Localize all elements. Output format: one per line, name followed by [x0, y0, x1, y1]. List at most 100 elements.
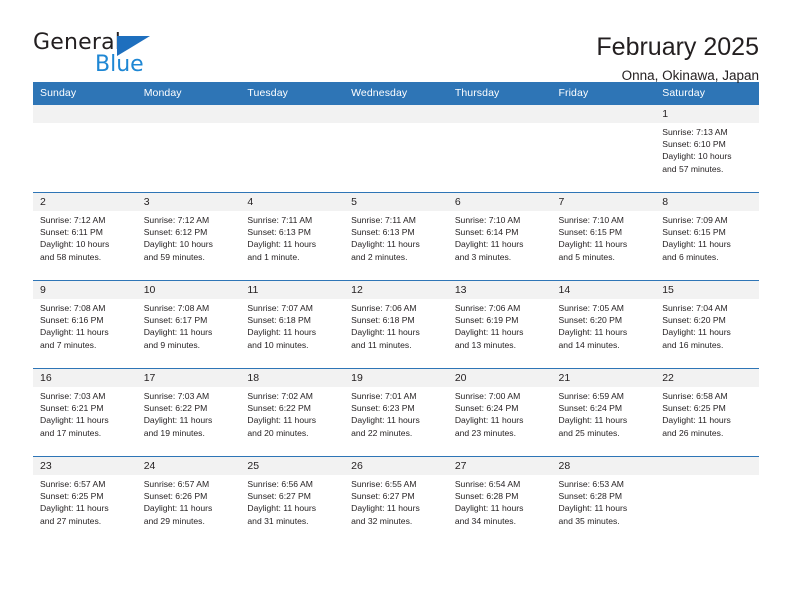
- day-number: 26: [344, 457, 448, 475]
- calendar-day-cell[interactable]: 26 Sunrise: 6:55 AM Sunset: 6:27 PM Dayligh…: [344, 456, 448, 544]
- daylight-line-2: and 6 minutes.: [662, 251, 719, 262]
- day-number: 20: [447, 369, 552, 387]
- calendar-day-cell[interactable]: 28 Sunrise: 6:53 AM Sunset: 6:28 PM Dayligh…: [551, 456, 656, 544]
- calendar-day-cell[interactable]: 1 Sunrise: 7:13 AM Sunset: 6:10 PM Daylight…: [655, 104, 759, 193]
- day-cell-content: 27 Sunrise: 6:54 AM Sunset: 6:28 PM Dayligh…: [447, 457, 552, 544]
- day-number: 25: [240, 457, 345, 475]
- daylight-line-2: and 25 minutes.: [558, 427, 620, 438]
- day-sun-info: Sunrise: 7:10 AM Sunset: 6:15 PM Daylight:…: [552, 211, 656, 263]
- calendar-day-cell[interactable]: 3 Sunrise: 7:12 AM Sunset: 6:12 PM Daylight…: [136, 192, 241, 281]
- sunrise-time: Sunrise: 7:03 AM: [40, 391, 106, 401]
- daylight-line-2: and 59 minutes.: [143, 251, 205, 262]
- daylight-line-1: Daylight: 11 hours: [662, 239, 731, 250]
- calendar-day-cell[interactable]: 20 Sunrise: 7:00 AM Sunset: 6:24 PM Dayligh…: [447, 368, 552, 457]
- calendar-day-cell[interactable]: 9 Sunrise: 7:08 AM Sunset: 6:16 PM Daylight…: [33, 280, 137, 369]
- day-sun-info: Sunrise: 7:11 AM Sunset: 6:13 PM Daylight:…: [344, 211, 448, 263]
- day-number: 27: [447, 457, 552, 475]
- calendar-day-cell[interactable]: 25 Sunrise: 6:56 AM Sunset: 6:27 PM Dayligh…: [240, 456, 345, 544]
- sunset-time: Sunset: 6:12 PM: [143, 227, 208, 238]
- daylight-line-2: and 19 minutes.: [143, 427, 205, 438]
- calendar-day-cell[interactable]: 11 Sunrise: 7:07 AM Sunset: 6:18 PM Dayligh…: [240, 280, 345, 369]
- daylight-line-1: Daylight: 11 hours: [351, 503, 420, 514]
- day-number: 28: [551, 457, 656, 475]
- calendar-day-cell[interactable]: 13 Sunrise: 7:06 AM Sunset: 6:19 PM Dayligh…: [447, 280, 552, 369]
- day-number: 5: [344, 193, 448, 211]
- day-number: 2: [33, 193, 137, 211]
- day-number: [447, 105, 552, 123]
- day-cell-content: 18 Sunrise: 7:02 AM Sunset: 6:22 PM Dayligh…: [240, 369, 345, 456]
- day-number: 9: [33, 281, 137, 299]
- day-number: [344, 105, 448, 123]
- weekday-header-wednesday: Wednesday: [344, 82, 448, 105]
- day-cell-content: 16 Sunrise: 7:03 AM Sunset: 6:21 PM Dayligh…: [33, 369, 137, 456]
- day-number: 6: [447, 193, 552, 211]
- calendar-day-cell[interactable]: 7 Sunrise: 7:10 AM Sunset: 6:15 PM Daylight…: [551, 192, 656, 281]
- daylight-line-1: Daylight: 11 hours: [143, 503, 213, 514]
- calendar-day-cell[interactable]: 8 Sunrise: 7:09 AM Sunset: 6:15 PM Daylight…: [655, 192, 759, 281]
- calendar-day-cell[interactable]: 5 Sunrise: 7:11 AM Sunset: 6:13 PM Daylight…: [344, 192, 448, 281]
- calendar-day-cell[interactable]: 21 Sunrise: 6:59 AM Sunset: 6:24 PM Dayligh…: [551, 368, 656, 457]
- calendar-day-cell[interactable]: 19 Sunrise: 7:01 AM Sunset: 6:23 PM Dayligh…: [344, 368, 448, 457]
- calendar-day-cell[interactable]: 4 Sunrise: 7:11 AM Sunset: 6:13 PM Daylight…: [240, 192, 345, 281]
- day-cell-content: [33, 105, 137, 192]
- daylight-line-2: and 17 minutes.: [40, 427, 102, 438]
- calendar-day-cell[interactable]: 22 Sunrise: 6:58 AM Sunset: 6:25 PM Dayligh…: [655, 368, 759, 457]
- daylight-line-2: and 13 minutes.: [454, 339, 516, 350]
- daylight-line-1: Daylight: 11 hours: [454, 415, 524, 426]
- sunset-time: Sunset: 6:10 PM: [662, 139, 726, 150]
- sunrise-time: Sunrise: 7:08 AM: [40, 303, 106, 313]
- day-number: 7: [551, 193, 656, 211]
- day-cell-content: 11 Sunrise: 7:07 AM Sunset: 6:18 PM Dayligh…: [240, 281, 345, 368]
- day-sun-info: Sunrise: 6:56 AM Sunset: 6:27 PM Daylight:…: [240, 475, 344, 527]
- day-sun-info: Sunrise: 7:07 AM Sunset: 6:18 PM Daylight:…: [240, 299, 344, 351]
- daylight-line-1: Daylight: 11 hours: [351, 239, 420, 250]
- sunrise-time: Sunrise: 6:53 AM: [558, 479, 624, 489]
- sunrise-time: Sunrise: 7:05 AM: [558, 303, 624, 313]
- day-cell-content: 21 Sunrise: 6:59 AM Sunset: 6:24 PM Dayligh…: [551, 369, 656, 456]
- sunrise-time: Sunrise: 6:59 AM: [558, 391, 624, 401]
- general-blue-logo: General Blue: [33, 30, 158, 78]
- sunrise-time: Sunrise: 6:57 AM: [40, 479, 106, 489]
- daylight-line-2: and 20 minutes.: [247, 427, 309, 438]
- sunrise-time: Sunrise: 6:55 AM: [351, 479, 417, 489]
- daylight-line-1: Daylight: 11 hours: [247, 239, 317, 250]
- day-sun-info: Sunrise: 6:58 AM Sunset: 6:25 PM Daylight:…: [655, 387, 759, 439]
- day-sun-info: Sunrise: 6:54 AM Sunset: 6:28 PM Daylight:…: [448, 475, 552, 527]
- calendar-day-cell[interactable]: 12 Sunrise: 7:06 AM Sunset: 6:18 PM Dayligh…: [344, 280, 448, 369]
- day-cell-content: 14 Sunrise: 7:05 AM Sunset: 6:20 PM Dayligh…: [551, 281, 656, 368]
- calendar-day-cell[interactable]: 24 Sunrise: 6:57 AM Sunset: 6:26 PM Dayligh…: [136, 456, 241, 544]
- day-sun-info: Sunrise: 7:11 AM Sunset: 6:13 PM Daylight:…: [240, 211, 344, 263]
- day-cell-content: [655, 457, 759, 544]
- day-cell-content: 17 Sunrise: 7:03 AM Sunset: 6:22 PM Dayligh…: [136, 369, 241, 456]
- calendar-day-cell[interactable]: 27 Sunrise: 6:54 AM Sunset: 6:28 PM Dayligh…: [447, 456, 552, 544]
- sunrise-time: Sunrise: 7:08 AM: [143, 303, 210, 313]
- calendar-day-cell[interactable]: 14 Sunrise: 7:05 AM Sunset: 6:20 PM Dayligh…: [551, 280, 656, 369]
- calendar-day-cell[interactable]: 15 Sunrise: 7:04 AM Sunset: 6:20 PM Dayligh…: [655, 280, 759, 369]
- day-number: 4: [240, 193, 345, 211]
- day-cell-content: 9 Sunrise: 7:08 AM Sunset: 6:16 PM Daylight…: [33, 281, 137, 368]
- day-cell-content: 6 Sunrise: 7:10 AM Sunset: 6:14 PM Daylight…: [447, 193, 552, 280]
- daylight-line-1: Daylight: 11 hours: [662, 415, 731, 426]
- calendar-day-cell[interactable]: 17 Sunrise: 7:03 AM Sunset: 6:22 PM Dayligh…: [136, 368, 241, 457]
- title-block: February 2025 Onna, Okinawa, Japan: [596, 30, 759, 87]
- day-cell-content: 12 Sunrise: 7:06 AM Sunset: 6:18 PM Dayligh…: [344, 281, 448, 368]
- day-number: [240, 105, 345, 123]
- calendar-day-cell[interactable]: 2 Sunrise: 7:12 AM Sunset: 6:11 PM Daylight…: [33, 192, 137, 281]
- sunset-time: Sunset: 6:20 PM: [662, 315, 726, 326]
- day-cell-content: 25 Sunrise: 6:56 AM Sunset: 6:27 PM Dayligh…: [240, 457, 345, 544]
- calendar-day-cell[interactable]: 18 Sunrise: 7:02 AM Sunset: 6:22 PM Dayligh…: [240, 368, 345, 457]
- daylight-line-1: Daylight: 10 hours: [143, 239, 213, 250]
- daylight-line-2: and 27 minutes.: [40, 515, 102, 526]
- calendar-day-cell[interactable]: 23 Sunrise: 6:57 AM Sunset: 6:25 PM Dayligh…: [33, 456, 137, 544]
- calendar-day-cell[interactable]: 10 Sunrise: 7:08 AM Sunset: 6:17 PM Dayligh…: [136, 280, 241, 369]
- sunset-time: Sunset: 6:26 PM: [143, 491, 208, 502]
- calendar-day-cell[interactable]: 6 Sunrise: 7:10 AM Sunset: 6:14 PM Daylight…: [447, 192, 552, 281]
- calendar-week-row: 2 Sunrise: 7:12 AM Sunset: 6:11 PM Daylight…: [33, 192, 759, 281]
- day-sun-info: Sunrise: 7:06 AM Sunset: 6:19 PM Daylight:…: [448, 299, 552, 351]
- calendar-day-cell[interactable]: 16 Sunrise: 7:03 AM Sunset: 6:21 PM Dayligh…: [33, 368, 137, 457]
- sunrise-time: Sunrise: 7:10 AM: [454, 215, 521, 225]
- daylight-line-1: Daylight: 11 hours: [558, 415, 628, 426]
- day-number: 23: [33, 457, 137, 475]
- day-sun-info: Sunrise: 7:06 AM Sunset: 6:18 PM Daylight:…: [344, 299, 448, 351]
- daylight-line-2: and 34 minutes.: [454, 515, 516, 526]
